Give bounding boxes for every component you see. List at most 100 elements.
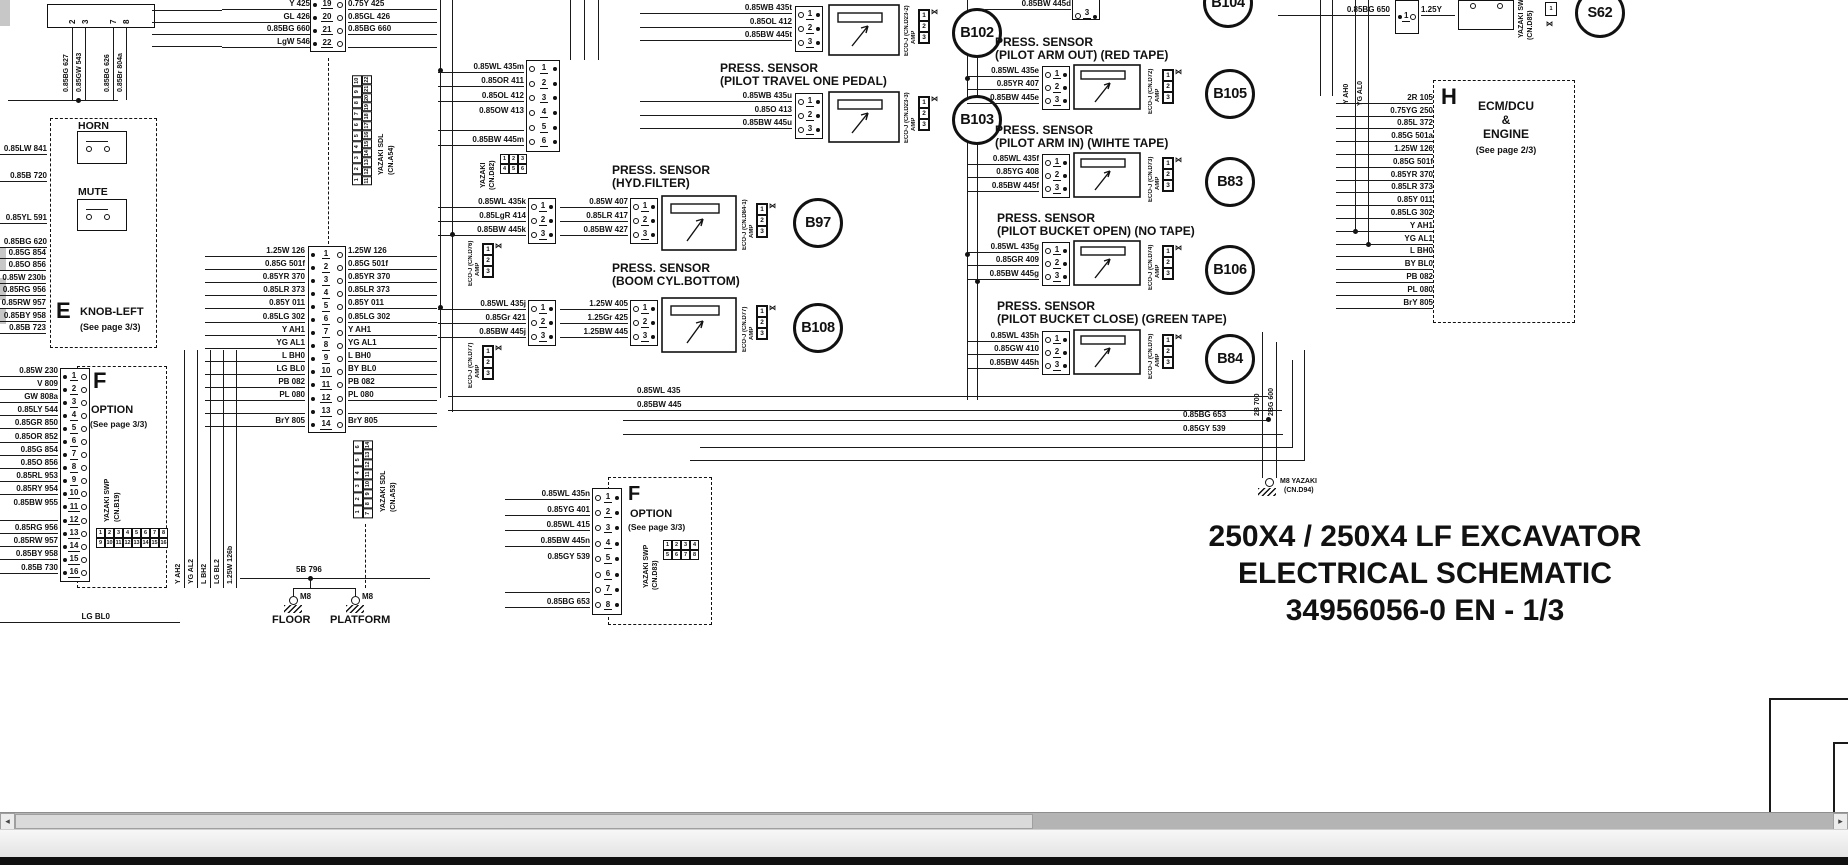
pin-number: 3: [640, 331, 650, 342]
connector-name: ECO-J (CN.D77): [742, 306, 748, 352]
d82-wires: 0.85WL 435m 0.85OR 411 0.85OL 412 0.85OW 41…: [438, 58, 524, 146]
grid-cell: 9: [96, 538, 105, 548]
connector-cn: (CN.B19): [114, 492, 121, 522]
grid-cell: 3: [353, 479, 363, 493]
wire-row: 0.85WL 435j: [438, 296, 526, 310]
connector-pin-row: 2: [1045, 81, 1067, 94]
wire-row: 0.85OR 411: [438, 73, 524, 88]
pin-number: 8: [321, 340, 331, 352]
pin-circle: [80, 465, 87, 472]
connector-symbol: ⋈: [769, 305, 776, 312]
connector-pin-row: 8: [595, 598, 619, 613]
wire-label: 0.85G 501f: [348, 259, 389, 269]
connector-pin-row: 22: [313, 37, 343, 50]
wire-row: [348, 401, 437, 415]
horizontal-scrollbar[interactable]: ◂ ▸: [0, 812, 1848, 830]
pin-dot: [63, 505, 67, 510]
pin-circle: [1045, 172, 1051, 179]
pin-number: 1: [805, 96, 815, 107]
pressure-sensor-symbol: [661, 297, 737, 353]
connector-pin-row: 2: [1045, 257, 1067, 270]
pin-dot: [311, 252, 315, 257]
connector-pin-row: 13: [63, 527, 87, 540]
pin-circle: [595, 602, 601, 609]
pin-dot: [63, 440, 67, 445]
pin-dot: [63, 479, 67, 484]
connector-name: ECO-J (CN.D23-3): [904, 92, 910, 143]
pin-number: 5: [321, 301, 331, 312]
connector-pin-row: 2: [595, 505, 619, 520]
pin-circle: [1075, 13, 1081, 19]
pin-circle: [81, 530, 87, 537]
grid-cell: 1: [1545, 2, 1557, 16]
pin-number: 7: [109, 19, 118, 24]
wire-label: BY BL0: [348, 363, 377, 373]
connector-pin-row: 15: [63, 553, 87, 566]
pin-dot: [614, 603, 619, 608]
wire-label: 0.85OL 412: [749, 16, 792, 26]
connector-pin-row: 2: [1045, 346, 1067, 359]
sensor-title: (PILOT ARM IN) (WIHTE TAPE): [995, 136, 1169, 150]
pin-circle: [337, 408, 343, 415]
wire-label: 0.85Gr 421: [485, 313, 526, 322]
ground-name: FLOOR: [272, 614, 311, 626]
pin-circle: [80, 439, 87, 446]
wire-row: BrY 805: [348, 414, 437, 428]
grid-cell: 15: [362, 139, 372, 149]
grid-cell: 7: [363, 508, 373, 519]
grid-cell: 3: [1163, 357, 1173, 368]
ground-size: M8: [362, 592, 374, 601]
grid-cell: 19: [362, 102, 372, 112]
pin-circle: [336, 303, 343, 310]
scrollbar-left-arrow[interactable]: ◂: [0, 813, 15, 830]
pin-circle: [81, 543, 87, 550]
pin-number: 8: [122, 19, 131, 24]
pin-dot: [311, 422, 315, 427]
amp-label: AMP: [1155, 176, 1161, 190]
wire-label: 0.85LG 302: [1390, 207, 1433, 217]
connector-pin-row: 7: [595, 582, 619, 597]
connector-pin-row: 1: [798, 95, 820, 109]
wire-label: 0.85L 372: [1397, 118, 1433, 128]
wire-labeled: 0.85BW 445d: [985, 0, 1071, 10]
connector-pin-row: 5: [529, 120, 557, 135]
wire-row: 0.85W 230b: [0, 271, 46, 284]
wire-label: PL 080: [279, 390, 305, 400]
wire-label: 0.85LR 373: [348, 285, 390, 295]
schematic-title-line2: ELECTRICAL SCHEMATIC: [1238, 557, 1612, 590]
connector-pin-row: 9: [311, 353, 343, 366]
wire-label: PL 080: [1407, 284, 1433, 294]
connector-pin-row: 14: [311, 418, 343, 431]
scrollbar-right-arrow[interactable]: ▸: [1833, 813, 1848, 830]
bus-wire: [623, 420, 1270, 422]
pin-number: 3: [1052, 271, 1062, 282]
wire-row: 0.85G 501f: [1336, 155, 1433, 168]
grid-cell: 7: [352, 108, 362, 120]
grid-cell: 13: [132, 538, 141, 548]
pin-dot: [311, 344, 315, 349]
grid-cell: 2: [919, 21, 929, 32]
grid-cell: 3: [1163, 92, 1173, 103]
grid-cell: 3: [919, 119, 929, 130]
wire-label: 0.85G 854: [20, 444, 58, 454]
scrollbar-thumb[interactable]: [15, 814, 1033, 829]
pin-dot: [548, 233, 553, 237]
pin-dot: [552, 81, 557, 86]
b105-connector: 12 3: [1042, 66, 1070, 110]
connector-pin-row: 2: [529, 77, 557, 92]
pin-number: 6: [321, 314, 331, 325]
wire-row: 0.85OW 413: [438, 102, 524, 117]
connector-pin-row: 11: [311, 379, 343, 392]
grid-cell: 9: [363, 488, 373, 499]
wire-label: 0.85YR 407: [996, 79, 1039, 89]
window-bottom-edge: [0, 857, 1848, 865]
wire-label: 0.75YG 250: [1390, 105, 1433, 115]
wire-row: 0.85GR 850: [0, 416, 58, 430]
ground-symbol: [284, 605, 302, 613]
wire-row: 0.85RL 953: [0, 469, 58, 482]
pin-number: 8: [69, 462, 79, 474]
pin-circle: [595, 556, 601, 563]
pin-dot: [614, 511, 619, 516]
switch-contact: [104, 214, 110, 220]
pressure-sensor-symbol: [1073, 152, 1141, 198]
